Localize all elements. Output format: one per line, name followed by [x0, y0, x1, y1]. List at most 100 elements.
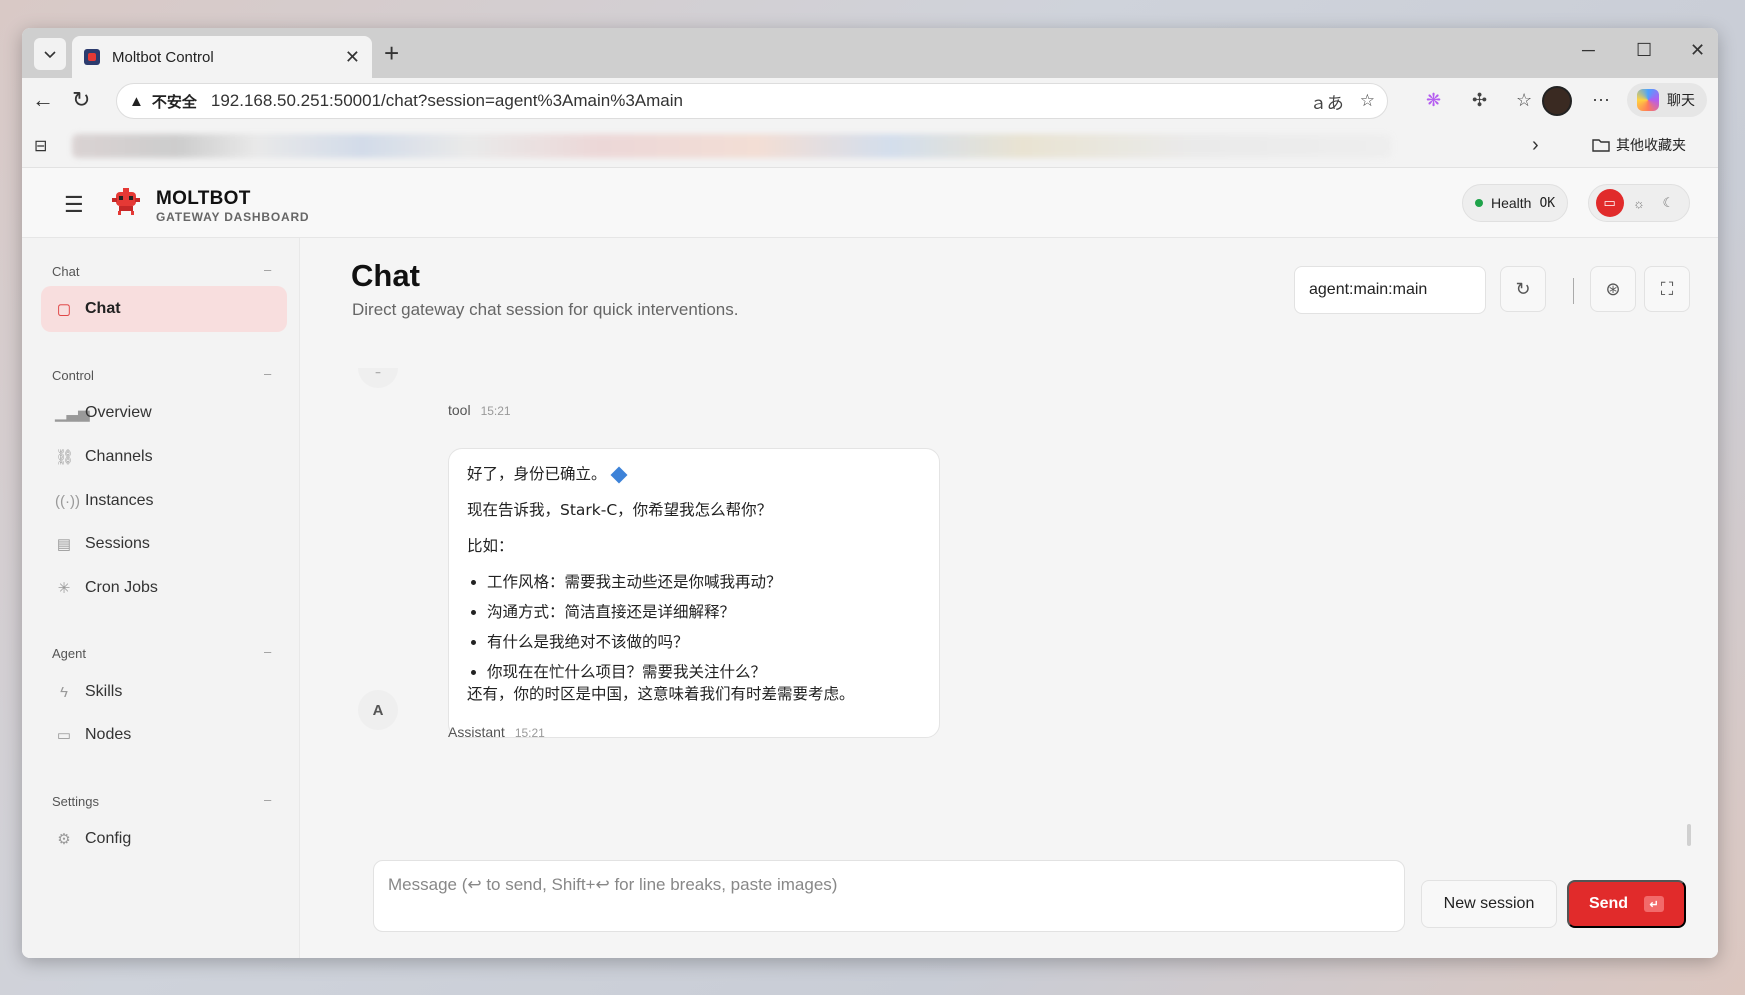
health-dot-icon: [1475, 199, 1483, 207]
message-text: 好了，身份已确立。: [467, 465, 607, 483]
monitor-icon: ▭: [56, 727, 72, 744]
sidebar-item-label: Sessions: [85, 535, 150, 552]
sidebar-item-overview[interactable]: ▁▃▅ Overview: [41, 390, 287, 436]
collapse-icon[interactable]: –: [264, 366, 271, 381]
moltbot-logo-icon: [112, 188, 140, 215]
message-role: tool: [448, 402, 471, 418]
warning-icon: ▲: [129, 92, 144, 110]
sidebar-item-config[interactable]: ⚙ Config: [41, 816, 287, 862]
send-label: Send: [1588, 895, 1629, 912]
chat-scrollbar[interactable]: [1687, 824, 1691, 846]
minimize-icon[interactable]: ─: [1582, 40, 1595, 61]
bar-chart-icon: ▁▃▅: [55, 405, 90, 422]
maximize-icon[interactable]: ☐: [1636, 40, 1652, 61]
enter-key-icon: ↵: [1644, 896, 1665, 912]
chevron-down-icon: [44, 51, 56, 59]
window-close-icon[interactable]: ✕: [1690, 40, 1705, 61]
nav-group-agent[interactable]: Agent: [52, 646, 86, 661]
other-bookmarks-label: 其他收藏夹: [1616, 137, 1686, 153]
nav-group-settings[interactable]: Settings: [52, 794, 99, 809]
message-text: 现在告诉我，Stark-C，你希望我怎么帮你？: [467, 501, 773, 519]
message-role: Assistant: [448, 724, 505, 740]
broadcast-icon: ((·)): [55, 492, 80, 510]
sidebar-item-chat[interactable]: ▢ Chat: [41, 286, 287, 332]
health-label: Health: [1491, 195, 1532, 211]
tab-list-button[interactable]: [34, 38, 66, 70]
profile-avatar[interactable]: [1542, 86, 1572, 116]
health-value: OK: [1539, 195, 1556, 211]
system-theme-icon[interactable]: ▭: [1595, 189, 1624, 217]
sidebar-item-label: Chat: [85, 300, 121, 317]
session-selector[interactable]: agent:main:main: [1294, 266, 1486, 314]
list-item: 工作风格：需要我主动些还是你喊我再动？: [487, 571, 921, 593]
extension-brain-icon[interactable]: ❋: [1426, 90, 1441, 111]
address-bar[interactable]: ▲ 不安全 192.168.50.251:50001/chat?session=…: [116, 83, 1388, 119]
nav-group-chat[interactable]: Chat: [52, 264, 79, 279]
sidebar-item-channels[interactable]: ⛓ Channels: [41, 434, 287, 480]
other-bookmarks-folder[interactable]: 其他收藏夹: [1592, 135, 1686, 155]
tab-close-icon[interactable]: ✕: [345, 47, 360, 68]
theme-switcher: ▭ ☼ ☾: [1588, 184, 1690, 222]
collapse-icon[interactable]: –: [264, 644, 271, 659]
link-icon: ⛓: [55, 449, 75, 466]
sidebar-item-cron-jobs[interactable]: ✳ Cron Jobs: [41, 565, 287, 611]
nav-group-control[interactable]: Control: [52, 368, 94, 383]
new-tab-button[interactable]: +: [384, 38, 399, 68]
tool-message-meta: tool 15:21: [448, 402, 511, 418]
message-time: 15:21: [480, 404, 511, 418]
copilot-label: 聊天: [1667, 92, 1695, 108]
thinking-toggle-button[interactable]: ⊛: [1590, 266, 1636, 312]
gear-icon: ⚙: [57, 831, 71, 848]
list-item: 沟通方式：简洁直接还是详细解释？: [487, 601, 921, 623]
loader-icon: ✳: [57, 580, 71, 597]
translate-icon[interactable]: ａあ: [1310, 89, 1344, 114]
back-arrow-icon[interactable]: ←: [32, 88, 54, 112]
sidebar-item-skills[interactable]: ϟ Skills: [41, 669, 287, 715]
sidebar-item-label: Skills: [85, 683, 123, 700]
chevron-right-icon[interactable]: ›: [1532, 134, 1539, 157]
browser-toolbar: ← ↻ ▲ 不安全 192.168.50.251:50001/chat?sess…: [22, 78, 1718, 124]
copilot-chat-button[interactable]: 聊天: [1627, 83, 1707, 117]
sidebar-item-label: Nodes: [85, 726, 132, 743]
brain-icon: ⊛: [1605, 278, 1621, 299]
health-status: Health OK: [1462, 184, 1569, 222]
puzzle-icon[interactable]: ✣: [1472, 90, 1487, 111]
sidebar-item-label: Config: [85, 830, 132, 847]
refresh-button[interactable]: ↻: [1500, 266, 1546, 312]
collapse-icon[interactable]: –: [264, 262, 271, 277]
reload-icon[interactable]: ↻: [72, 88, 90, 112]
new-session-button[interactable]: New session: [1421, 880, 1557, 928]
bolt-icon: ϟ: [60, 683, 68, 701]
address-url[interactable]: 192.168.50.251:50001/chat?session=agent%…: [211, 91, 1294, 111]
sun-icon[interactable]: ☼: [1625, 189, 1653, 217]
browser-tab[interactable]: Moltbot Control ✕: [72, 36, 372, 78]
message-composer: [373, 860, 1405, 932]
message-input[interactable]: [388, 875, 1390, 919]
focus-mode-button[interactable]: ⛶: [1644, 266, 1690, 312]
document-icon: ▤: [56, 536, 72, 553]
collections-icon[interactable]: ⊟: [34, 136, 47, 156]
moltbot-favicon-icon: [84, 49, 100, 65]
more-icon[interactable]: ⋯: [1592, 90, 1610, 111]
sidebar-item-nodes[interactable]: ▭ Nodes: [41, 712, 287, 758]
menu-icon[interactable]: ☰: [64, 192, 84, 218]
message-time: 15:21: [514, 726, 545, 740]
refresh-icon: ↻: [1515, 278, 1531, 299]
favorites-icon[interactable]: ☆: [1516, 90, 1532, 111]
sidebar-item-sessions[interactable]: ▤ Sessions: [41, 521, 287, 567]
app-header: ☰ MOLTBOT GATEWAY DASHBOARD Health OK ▭: [22, 168, 1718, 238]
moltbot-app: ☰ MOLTBOT GATEWAY DASHBOARD Health OK ▭: [22, 168, 1718, 958]
sidebar-item-instances[interactable]: ((·)) Instances: [41, 478, 287, 524]
moon-icon[interactable]: ☾: [1654, 189, 1682, 217]
page-title: Chat: [351, 258, 420, 293]
collapse-icon[interactable]: –: [264, 792, 271, 807]
assistant-avatar: A: [358, 690, 398, 730]
assistant-message-bubble: 好了，身份已确立。 现在告诉我，Stark-C，你希望我怎么帮你？ 比如： 工作…: [448, 448, 940, 738]
sidebar-item-label: Overview: [85, 404, 152, 421]
message-text: 比如：: [467, 537, 514, 555]
message-list: 工作风格：需要我主动些还是你喊我再动？ 沟通方式：简洁直接还是详细解释？ 有什么…: [487, 571, 921, 683]
page-subtitle: Direct gateway chat session for quick in…: [352, 300, 739, 319]
send-button[interactable]: Send ↵: [1567, 880, 1686, 928]
star-icon[interactable]: ☆: [1360, 91, 1375, 111]
diamond-icon: [610, 466, 628, 483]
